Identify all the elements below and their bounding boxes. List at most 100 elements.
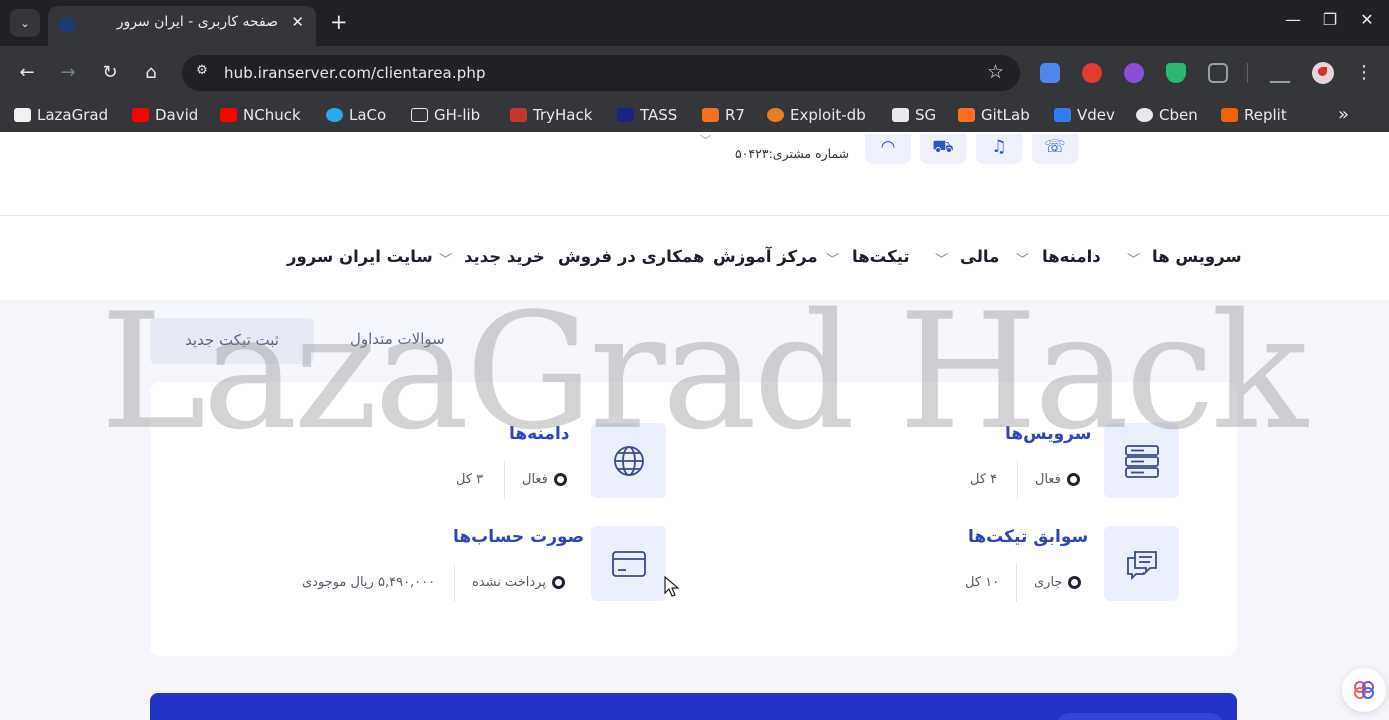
- new-tab-button[interactable]: +: [330, 10, 348, 34]
- browser-menu-icon[interactable]: ⋮: [1353, 62, 1375, 84]
- top-header: ☏ ♫ ⛟ ◠ ﹀ شماره مشتری:۵۰۴۲۳: [0, 132, 1389, 216]
- summary-card: سرویس‌ها فعال ۴ کل دامنه‌ها فعال ۳ کل سو…: [150, 382, 1237, 656]
- chevron-down-icon[interactable]: ﹀: [826, 249, 839, 268]
- divider: [1017, 461, 1018, 499]
- status-dot-icon: [1066, 473, 1080, 486]
- tab-title: صفحه کاربری - ایران سرور: [116, 14, 278, 30]
- faq-link[interactable]: سوالات متداول: [350, 330, 445, 348]
- divider: [504, 461, 505, 499]
- r7-icon: [702, 108, 719, 122]
- site-info-icon[interactable]: ⚙: [192, 63, 212, 83]
- nav-item-new-purchase[interactable]: خرید جدید: [464, 247, 545, 266]
- bookmark-r7[interactable]: R7: [702, 106, 745, 124]
- tickets-open-stat: جاری: [1034, 575, 1082, 590]
- bookmark-cben[interactable]: Cben: [1136, 106, 1198, 124]
- invoices-balance: ۵,۴۹۰,۰۰۰ ریال موجودی: [302, 575, 436, 590]
- cart-icon[interactable]: ⛟: [920, 134, 966, 164]
- divider: [454, 564, 455, 602]
- bookmark-nchuck[interactable]: NChuck: [220, 106, 301, 124]
- nav-item-affiliate[interactable]: همکاری در فروش: [558, 247, 704, 266]
- status-dot-icon: [551, 576, 565, 589]
- chat-icon: [1104, 526, 1179, 601]
- banner-pill[interactable]: [1055, 713, 1225, 720]
- divider: [1016, 564, 1017, 602]
- nav-item-services[interactable]: سرویس ها: [1152, 247, 1242, 266]
- home-button[interactable]: ⌂: [140, 62, 162, 84]
- nav-item-domains[interactable]: دامنه‌ها: [1042, 247, 1101, 266]
- status-dot-icon: [553, 473, 567, 486]
- profile-avatar[interactable]: [1312, 62, 1334, 84]
- chevron-down-icon[interactable]: ﹀: [935, 249, 948, 268]
- services-active-stat: فعال: [1035, 472, 1080, 487]
- bookmark-gh-lib[interactable]: GH-lib: [411, 106, 480, 124]
- chevron-down-icon[interactable]: ﹀: [1127, 249, 1140, 268]
- customer-number: شماره مشتری:۵۰۴۲۳: [735, 146, 850, 161]
- bookmark-laco[interactable]: LaCo: [326, 106, 386, 124]
- back-button[interactable]: ←: [16, 62, 38, 84]
- youtube-icon: [220, 108, 237, 122]
- youtube-icon: [132, 108, 149, 122]
- toolbar-separator: [1247, 63, 1248, 83]
- shield-extension-icon[interactable]: [1166, 63, 1186, 83]
- bookmark-tass[interactable]: TASS: [617, 106, 677, 124]
- tryhackme-icon: [510, 108, 527, 122]
- promo-banner: [150, 693, 1237, 720]
- bookmark-vdev[interactable]: Vdev: [1054, 106, 1115, 124]
- bookmark-gitlab[interactable]: GitLab: [958, 106, 1030, 124]
- server-icon: [1104, 423, 1179, 498]
- reload-button[interactable]: ↻: [99, 62, 121, 84]
- chevron-down-icon[interactable]: ﹀: [439, 249, 452, 268]
- nav-item-tickets[interactable]: تیکت‌ها: [852, 247, 910, 266]
- bookmarks-bar: LazaGrad David NChuck LaCo GH-lib TryHac…: [0, 100, 1389, 132]
- bookmark-sg[interactable]: SG: [892, 106, 936, 124]
- url-text[interactable]: hub.iranserver.com/clientarea.php: [224, 64, 486, 82]
- exploitdb-icon: [767, 108, 784, 122]
- vscode-icon: [1054, 108, 1071, 122]
- address-bar[interactable]: ⚙ hub.iranserver.com/clientarea.php ☆: [182, 55, 1020, 91]
- bookmark-david[interactable]: David: [132, 106, 198, 124]
- tab-search-button[interactable]: ⌄: [10, 9, 40, 37]
- assistant-button[interactable]: [1342, 668, 1386, 712]
- phone-icon[interactable]: ☏: [1032, 134, 1078, 164]
- nav-item-iranserver-site[interactable]: سایت ایران سرور: [287, 247, 433, 266]
- invoices-title[interactable]: صورت حساب‌ها: [453, 527, 584, 547]
- services-title[interactable]: سرویس‌ها: [1005, 424, 1091, 444]
- services-total: ۴ کل: [970, 472, 998, 487]
- bookmark-star-icon[interactable]: ☆: [987, 61, 1004, 83]
- restore-button[interactable]: ❐: [1318, 10, 1342, 29]
- tickets-title[interactable]: سوابق تیکت‌ها: [968, 527, 1088, 547]
- forward-button[interactable]: →: [57, 62, 79, 84]
- close-tab-icon[interactable]: ✕: [291, 13, 304, 31]
- extensions-puzzle-icon[interactable]: [1208, 63, 1228, 83]
- close-window-button[interactable]: ✕: [1355, 10, 1379, 29]
- new-ticket-button[interactable]: ثبت تیکت جدید: [150, 318, 314, 364]
- bookmark-tryhack[interactable]: TryHack: [510, 106, 592, 124]
- labs-flask-icon[interactable]: [1270, 63, 1290, 83]
- main-nav: سرویس ها ﹀ دامنه‌ها ﹀ مالی ﹀ تیکت‌ها ﹀ م…: [0, 216, 1389, 300]
- bookmark-exploit-db[interactable]: Exploit-db: [767, 106, 866, 124]
- bookmark-replit[interactable]: Replit: [1221, 106, 1287, 124]
- user-icon[interactable]: ◠: [865, 134, 911, 164]
- colorful-extension-icon[interactable]: [1124, 63, 1144, 83]
- nav-item-learning-center[interactable]: مرکز آموزش: [713, 247, 818, 266]
- brain-icon: [1354, 681, 1374, 699]
- bell-icon[interactable]: ♫: [976, 134, 1022, 164]
- domains-total: ۳ کل: [456, 472, 484, 487]
- more-bookmarks-icon[interactable]: »: [1338, 104, 1349, 125]
- chevron-down-icon[interactable]: ﹀: [1016, 249, 1029, 268]
- site-favicon-icon: [59, 17, 75, 33]
- globe-icon: [591, 423, 666, 498]
- chevron-down-icon: ⌄: [20, 16, 30, 30]
- domains-title[interactable]: دامنه‌ها: [509, 424, 570, 444]
- bookmark-lazagrad[interactable]: LazaGrad: [14, 106, 108, 124]
- ublock-extension-icon[interactable]: [1082, 63, 1102, 83]
- chevron-down-icon[interactable]: ﹀: [700, 132, 711, 148]
- browser-toolbar: ← → ↻ ⌂ ⚙ hub.iranserver.com/clientarea.…: [0, 46, 1389, 100]
- nav-item-billing[interactable]: مالی: [960, 247, 999, 266]
- translate-extension-icon[interactable]: [1040, 63, 1060, 83]
- browser-tab-active[interactable]: صفحه کاربری - ایران سرور ✕: [48, 6, 316, 46]
- gitlab-icon: [958, 108, 975, 122]
- sg-icon: [892, 108, 909, 122]
- replit-icon: [1221, 108, 1238, 122]
- minimize-button[interactable]: —: [1281, 10, 1305, 29]
